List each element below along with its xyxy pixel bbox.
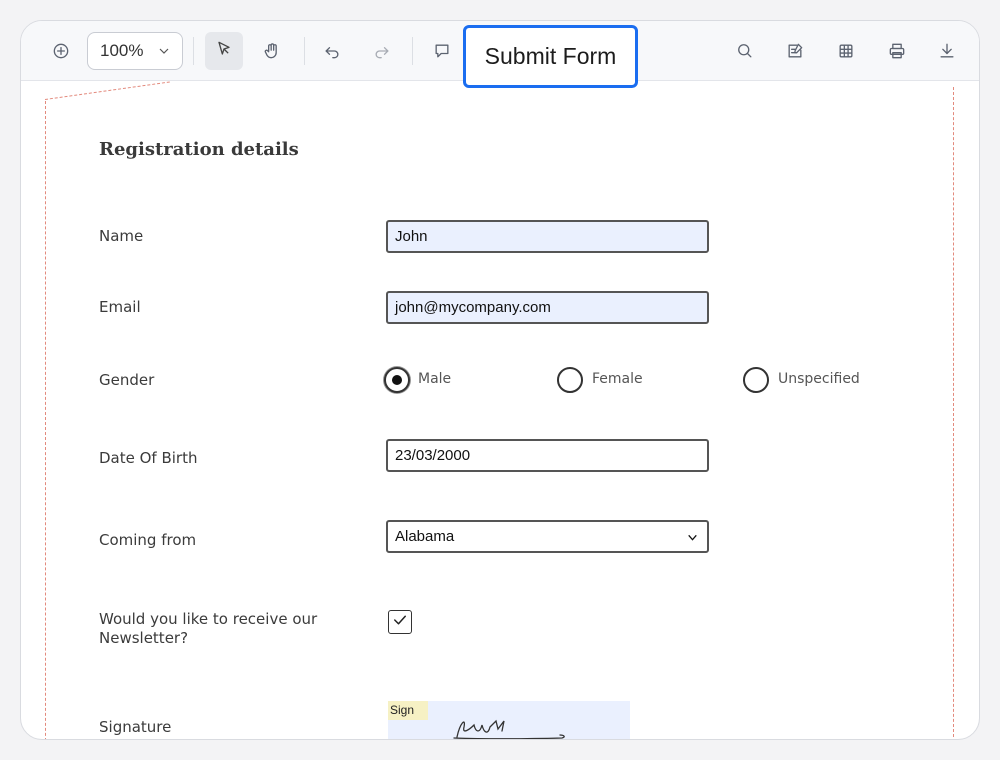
dob-label: Date Of Birth bbox=[99, 449, 198, 467]
coming-from-select[interactable]: Alabama bbox=[386, 520, 709, 553]
gender-radio-female[interactable] bbox=[557, 367, 583, 393]
edit-form-icon[interactable] bbox=[783, 39, 807, 63]
chevron-down-icon bbox=[156, 43, 172, 64]
toolbar: 100% Submit Form bbox=[21, 21, 979, 88]
download-icon[interactable] bbox=[935, 39, 959, 63]
submit-form-button[interactable]: Submit Form bbox=[463, 25, 638, 88]
newsletter-label: Would you like to receive our Newsletter… bbox=[99, 610, 318, 647]
gender-option-label: Female bbox=[592, 371, 643, 387]
comment-icon[interactable] bbox=[430, 39, 454, 63]
zoom-value: 100% bbox=[100, 41, 144, 60]
toolbar-divider bbox=[412, 37, 413, 65]
toolbar-divider bbox=[193, 37, 194, 65]
undo-icon[interactable] bbox=[320, 39, 344, 63]
zoom-in-icon[interactable] bbox=[49, 39, 73, 63]
redo-icon[interactable] bbox=[370, 39, 394, 63]
sign-tag: Sign bbox=[388, 701, 428, 720]
signature-field[interactable]: Sign bbox=[388, 701, 630, 739]
print-icon[interactable] bbox=[885, 39, 909, 63]
page-edge bbox=[44, 81, 170, 100]
signature-label: Signature bbox=[99, 718, 172, 736]
gender-label: Gender bbox=[99, 371, 155, 389]
gender-option-label: Unspecified bbox=[778, 371, 860, 387]
page-edge bbox=[953, 87, 954, 739]
gender-radio-male[interactable] bbox=[384, 367, 410, 393]
coming-from-label: Coming from bbox=[99, 531, 197, 549]
gender-radio-unspecified[interactable] bbox=[743, 367, 769, 393]
hand-icon[interactable] bbox=[260, 39, 284, 63]
checkmark-icon bbox=[391, 611, 409, 634]
search-icon[interactable] bbox=[733, 39, 757, 63]
email-label: Email bbox=[99, 298, 141, 316]
pointer-icon bbox=[214, 39, 234, 64]
coming-from-value: Alabama bbox=[395, 528, 455, 545]
name-label: Name bbox=[99, 227, 144, 245]
form-heading: Registration details bbox=[99, 139, 299, 160]
pointer-tool-button[interactable] bbox=[205, 32, 243, 70]
name-field[interactable]: John bbox=[386, 220, 709, 253]
email-field[interactable]: john@mycompany.com bbox=[386, 291, 709, 324]
page-edge bbox=[45, 101, 46, 739]
viewer-window: 100% Submit Form Registration details Na… bbox=[20, 20, 980, 740]
table-icon[interactable] bbox=[834, 39, 858, 63]
signature-image bbox=[452, 713, 572, 739]
dob-field[interactable]: 23/03/2000 bbox=[386, 439, 709, 472]
radio-selected-dot bbox=[392, 375, 402, 385]
gender-option-label: Male bbox=[418, 371, 452, 387]
toolbar-divider bbox=[304, 37, 305, 65]
chevron-down-icon bbox=[686, 531, 699, 548]
newsletter-checkbox[interactable] bbox=[388, 610, 412, 634]
zoom-select[interactable]: 100% bbox=[87, 32, 183, 70]
